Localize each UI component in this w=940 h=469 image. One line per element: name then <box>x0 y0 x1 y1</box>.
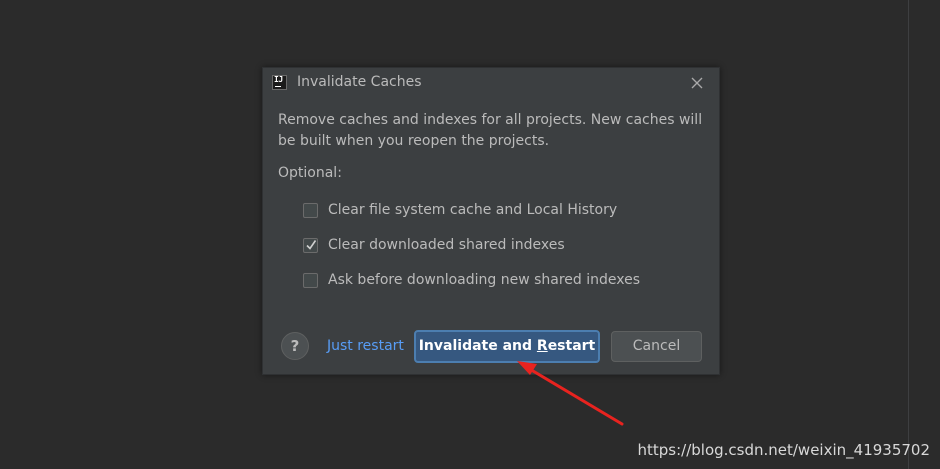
option-clear-downloaded-shared-indexes[interactable]: Clear downloaded shared indexes <box>303 235 565 255</box>
intellij-idea-icon: IJ <box>272 75 287 90</box>
ide-background: IJ Invalidate Caches Remove caches and i… <box>0 0 940 469</box>
watermark-url: https://blog.csdn.net/weixin_41935702 <box>637 441 930 459</box>
just-restart-link[interactable]: Just restart <box>327 338 404 354</box>
editor-divider <box>908 0 909 469</box>
dialog-message: Remove caches and indexes for all projec… <box>278 112 703 149</box>
invalidate-caches-dialog: IJ Invalidate Caches Remove caches and i… <box>262 67 720 375</box>
dialog-title: Invalidate Caches <box>297 74 422 90</box>
optional-label: Optional: <box>278 165 342 181</box>
option-label: Clear downloaded shared indexes <box>328 237 565 253</box>
checkbox-clear-file-system-cache[interactable] <box>303 202 318 218</box>
help-button[interactable]: ? <box>281 332 309 360</box>
dialog-titlebar: IJ Invalidate Caches <box>263 68 719 98</box>
checkmark-icon <box>306 239 317 250</box>
checkbox-clear-downloaded-shared-indexes[interactable] <box>303 237 318 253</box>
option-ask-before-downloading[interactable]: Ask before downloading new shared indexe… <box>303 270 640 290</box>
option-clear-file-system-cache[interactable]: Clear file system cache and Local Histor… <box>303 200 617 220</box>
close-button[interactable] <box>687 73 707 93</box>
option-label: Ask before downloading new shared indexe… <box>328 272 641 288</box>
option-label: Clear file system cache and Local Histor… <box>328 202 618 218</box>
close-icon <box>691 77 703 89</box>
red-arrow-annotation <box>517 361 624 426</box>
checkbox-ask-before-downloading[interactable] <box>303 272 318 288</box>
